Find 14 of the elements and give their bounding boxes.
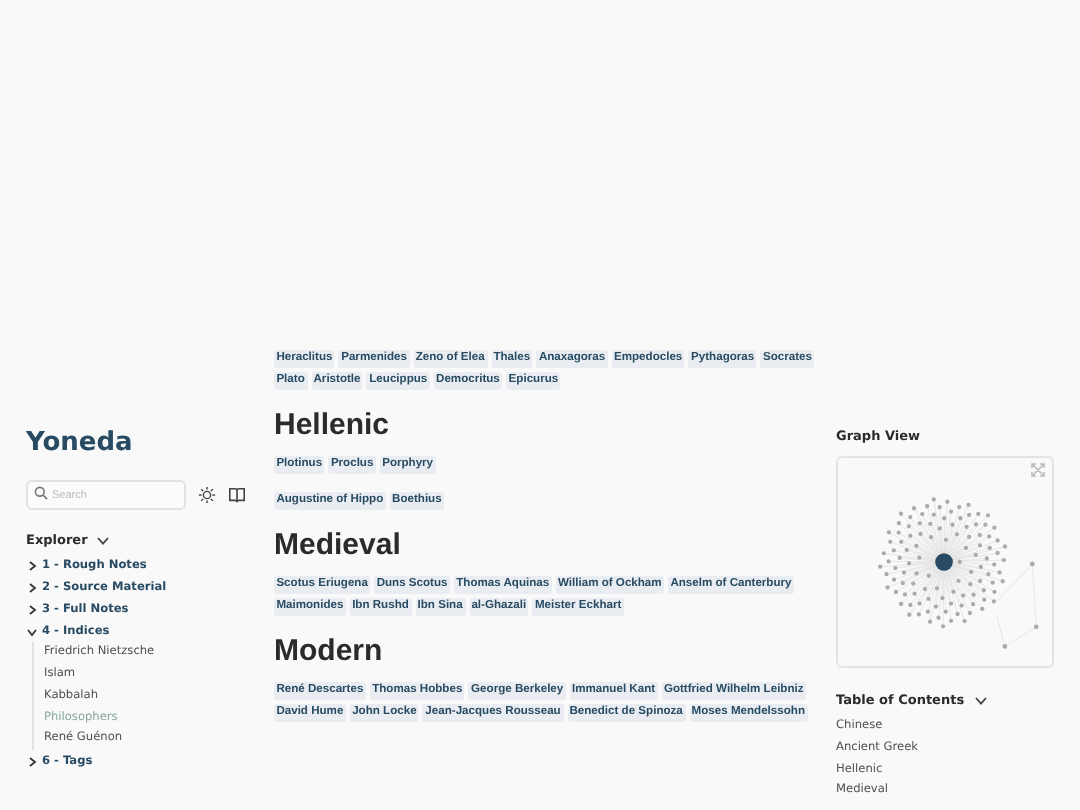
book-icon[interactable]: [228, 486, 246, 504]
sun-icon[interactable]: [198, 486, 216, 504]
chevron-icon[interactable]: [26, 755, 38, 768]
search-icon: [34, 486, 48, 500]
chevron-icon[interactable]: [974, 695, 989, 705]
chevron-icon[interactable]: [26, 625, 38, 638]
section-heading: Modern: [274, 634, 385, 670]
chevron-icon[interactable]: [26, 560, 38, 573]
chevron-icon[interactable]: [26, 582, 38, 595]
chevron-icon[interactable]: [95, 535, 110, 545]
section-heading: Medieval: [274, 528, 403, 564]
section-heading: Hellenic: [274, 408, 392, 444]
chevron-icon[interactable]: [26, 603, 38, 616]
site-title[interactable]: Yoneda: [26, 428, 274, 458]
